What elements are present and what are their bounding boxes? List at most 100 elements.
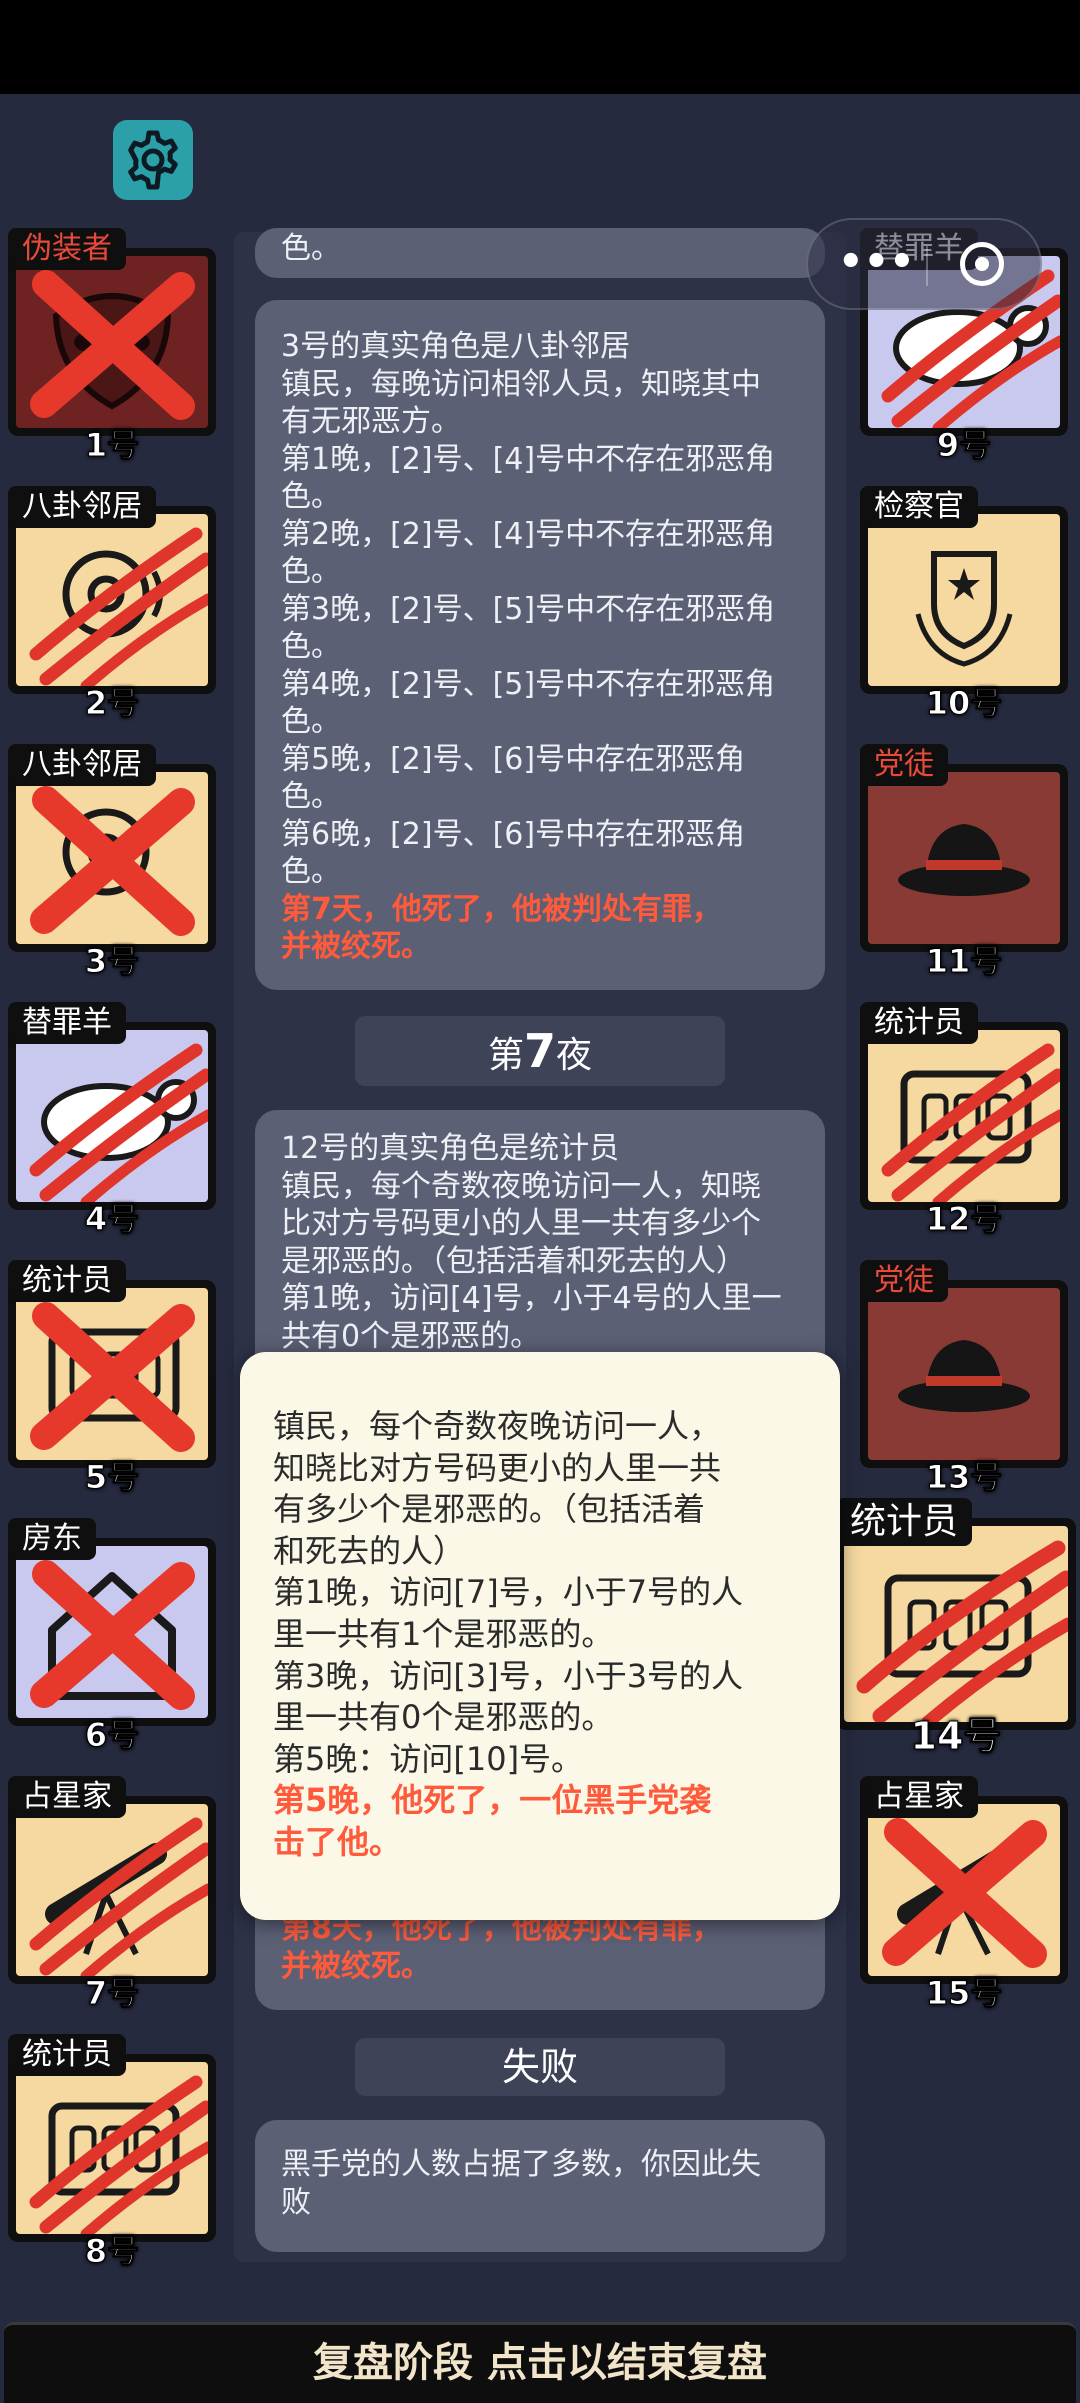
dead-claw-mark — [881, 1043, 1060, 1202]
card-art — [868, 1804, 1060, 1976]
log-line: 镇民，每晚访问相邻人员，知晓其中 — [281, 366, 761, 402]
card-art — [16, 1546, 208, 1718]
player-card-7[interactable]: 占星家 7号 — [8, 1776, 216, 2013]
card-art — [868, 772, 1060, 944]
log-line: 第4晚，[2]号、[5]号中不存在邪恶角 — [281, 666, 776, 702]
dead-cross-mark — [30, 1302, 195, 1452]
player-info-popup[interactable]: 镇民，每个奇数夜晚访问一人， 知晓比对方号码更小的人里一共 有多少个是邪恶的。（… — [240, 1352, 840, 1920]
popup-line: 第3晚，访问[3]号，小于3号的人 — [273, 1656, 744, 1695]
role-tag: 八卦邻居 — [8, 486, 156, 528]
log-line: 第5晚，[2]号、[6]号中存在邪恶角 — [281, 741, 746, 777]
settings-button[interactable] — [113, 120, 193, 200]
card-art — [868, 514, 1060, 686]
card-art — [868, 1030, 1060, 1202]
role-tag: 统计员 — [8, 2034, 126, 2076]
player-card-12[interactable]: 统计员 12号 — [860, 1002, 1068, 1239]
role-tag: 占星家 — [8, 1776, 126, 1818]
result-header: 失败 — [355, 2038, 725, 2096]
role-tag: 党徒 — [860, 1260, 948, 1302]
log-line: 是邪恶的。（包括活着和死去的人） — [281, 1243, 746, 1279]
status-bar — [0, 0, 1080, 94]
player-card-11[interactable]: 党徒 11号 — [860, 744, 1068, 981]
popup-line: 里一共有1个是邪恶的。 — [273, 1614, 614, 1653]
player-card-6[interactable]: 房东 6号 — [8, 1518, 216, 1755]
mini-program-capsule[interactable]: ••• — [806, 218, 1042, 310]
capsule-divider — [926, 246, 928, 286]
log-line: 第1晚，访问[4]号，小于4号的人里一 — [281, 1281, 782, 1316]
popup-death-line: 击了他。 — [273, 1822, 402, 1861]
log-line: 色。 — [281, 854, 341, 889]
log-line: 第2晚，[2]号、[4]号中不存在邪恶角 — [281, 516, 776, 552]
player-card-10[interactable]: 检察官 10号 — [860, 486, 1068, 723]
fedora-hat-icon — [898, 824, 1030, 896]
justice-badge-icon — [915, 551, 1013, 667]
player-number: 6号 — [84, 1716, 140, 1755]
log-line: 有无邪恶方。 — [281, 404, 461, 439]
log-line: 12号的真实角色是统计员 — [281, 1131, 620, 1166]
popup-line: 第5晚：访问[10]号。 — [273, 1739, 584, 1778]
card-art — [16, 514, 208, 686]
log-line: 共有0个是邪恶的。 — [281, 1318, 541, 1354]
player-card-2[interactable]: 八卦邻居 2号 — [8, 486, 216, 723]
dead-claw-mark — [29, 2075, 208, 2234]
popup-line: 和死去的人） — [273, 1531, 466, 1570]
card-art — [16, 1030, 208, 1202]
role-tag: 八卦邻居 — [8, 744, 156, 786]
player-number: 15号 — [925, 1974, 1003, 2013]
popup-line: 第1晚，访问[7]号，小于7号的人 — [273, 1573, 744, 1612]
log-line: 第6晚，[2]号、[6]号中存在邪恶角 — [281, 816, 746, 852]
log-line: 镇民，每个奇数夜晚访问一人，知晓 — [281, 1168, 761, 1204]
player-card-5[interactable]: 统计员 5号 — [8, 1260, 216, 1497]
role-tag: 伪装者 — [8, 228, 126, 270]
log-line: 色。 — [281, 479, 341, 514]
popup-line: 知晓比对方号码更小的人里一共 — [273, 1448, 722, 1487]
player-card-4[interactable]: 替罪羊 4号 — [8, 1002, 216, 1239]
player-card-3[interactable]: 八卦邻居 3号 — [8, 744, 216, 981]
dead-cross-mark — [30, 1560, 195, 1710]
role-tag: 房东 — [8, 1518, 96, 1560]
player-number: 3号 — [84, 942, 140, 981]
player-card-15[interactable]: 占星家 15号 — [860, 1776, 1068, 2013]
night-7-header: 第7夜 — [355, 1016, 725, 1086]
card-art — [16, 772, 208, 944]
log-line: 比对方号码更小的人里一共有多少个 — [281, 1206, 761, 1241]
player-card-14[interactable]: 统计员 14号 — [836, 1498, 1076, 1759]
card-art — [16, 256, 208, 428]
log-line: 色。 — [281, 629, 341, 664]
player-number: 5号 — [84, 1458, 140, 1497]
result-message: 黑手党的人数占据了多数，你因此失 败 — [255, 2120, 825, 2252]
role-tag: 统计员 — [860, 1002, 978, 1044]
log-entry-fragment: 色。 — [255, 228, 825, 278]
popup-line: 有多少个是邪恶的。（包括活着 — [273, 1490, 706, 1529]
dead-cross-mark — [882, 1818, 1047, 1968]
player-number: 13号 — [925, 1458, 1003, 1497]
player-number: 14号 — [910, 1714, 1002, 1759]
log-entry-player-3: 3号的真实角色是八卦邻居 镇民，每晚访问相邻人员，知晓其中 有无邪恶方。 第1晚… — [255, 300, 825, 990]
end-review-button[interactable]: 复盘阶段 点击以结束复盘 — [4, 2322, 1076, 2403]
gear-icon — [128, 130, 178, 190]
role-tag: 替罪羊 — [8, 1002, 126, 1044]
log-line: 色。 — [281, 554, 341, 589]
dead-claw-mark — [29, 1817, 208, 1976]
card-art — [844, 1526, 1068, 1722]
player-number: 4号 — [84, 1200, 140, 1239]
role-tag: 检察官 — [860, 486, 978, 528]
more-icon[interactable]: ••• — [838, 242, 915, 282]
card-art — [16, 1804, 208, 1976]
role-tag: 党徒 — [860, 744, 948, 786]
close-target-icon[interactable] — [960, 242, 1004, 286]
game-log-panel[interactable]: 色。 3号的真实角色是八卦邻居 镇民，每晚访问相邻人员，知晓其中 有无邪恶方。 … — [234, 228, 846, 2262]
player-number: 11号 — [925, 942, 1003, 981]
player-card-13[interactable]: 党徒 13号 — [860, 1260, 1068, 1497]
dead-claw-mark — [29, 1043, 208, 1202]
dead-claw-mark — [29, 527, 208, 686]
player-card-8[interactable]: 统计员 8号 — [8, 2034, 216, 2271]
dead-cross-mark — [30, 270, 195, 420]
fedora-hat-icon — [898, 1340, 1030, 1412]
player-number: 10号 — [925, 684, 1003, 723]
log-line: 第1晚，[2]号、[4]号中不存在邪恶角 — [281, 441, 776, 477]
death-line: 并被绞死。 — [281, 929, 431, 964]
role-tag: 占星家 — [860, 1776, 978, 1818]
death-line: 并被绞死。 — [281, 1948, 431, 1984]
player-card-1[interactable]: 伪装者 1号 — [8, 228, 216, 465]
